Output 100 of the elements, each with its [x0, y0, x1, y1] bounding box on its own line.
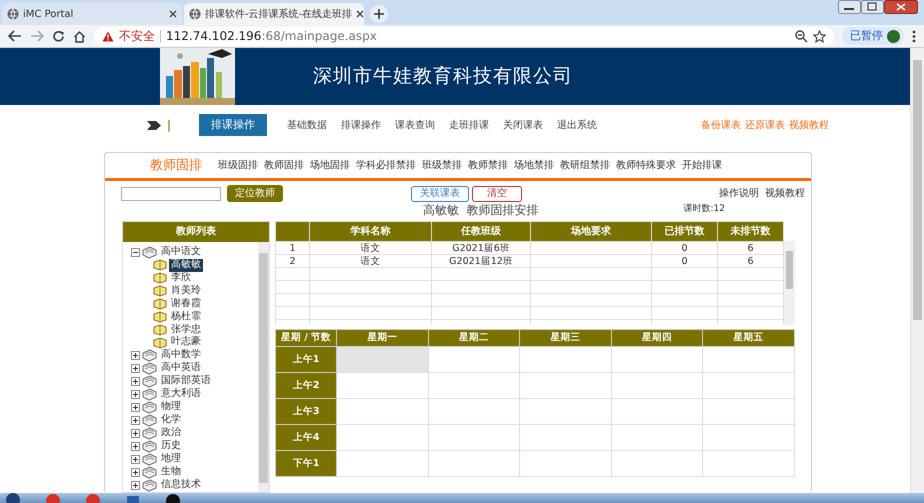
tree-item[interactable]: 叶志豪: [169, 336, 203, 350]
browser-tab[interactable]: 排课软件-云排课系统-在线走班排: [184, 3, 364, 25]
tree-item[interactable]: 高中英语: [159, 362, 203, 376]
subtab-link[interactable]: 开始排课: [682, 158, 722, 173]
page-scrollbar[interactable]: [910, 48, 924, 493]
help-link[interactable]: 操作说明: [719, 186, 759, 201]
zoom-icon[interactable]: [795, 30, 808, 42]
address-bar[interactable]: 不安全 112.74.102.196:68/mainpage.aspx: [94, 26, 834, 46]
tree-item[interactable]: 化学: [159, 414, 183, 428]
tree-item[interactable]: 政治: [159, 427, 183, 440]
schedule-cell[interactable]: [336, 346, 428, 373]
schedule-cell[interactable]: [702, 346, 794, 373]
nav-link[interactable]: 课表查询: [395, 118, 436, 132]
schedule-cell[interactable]: [428, 424, 520, 451]
schedule-cell[interactable]: [336, 424, 428, 451]
new-tab-button[interactable]: [370, 5, 388, 23]
tree-item[interactable]: 物理: [159, 401, 183, 414]
schedule-cell[interactable]: [702, 372, 794, 399]
schedule-cell[interactable]: [702, 450, 794, 477]
tree-item[interactable]: 肖美玲: [169, 284, 203, 298]
search-field[interactable]: [121, 186, 221, 200]
subtab-link[interactable]: 场地固排: [310, 158, 350, 173]
tree-item[interactable]: 高中语文: [159, 246, 203, 259]
list-scrollbar[interactable]: [258, 242, 269, 492]
schedule-cell[interactable]: [520, 424, 612, 451]
schedule-cell[interactable]: [428, 372, 520, 399]
nav-link[interactable]: 关闭课表: [503, 118, 544, 132]
schedule-cell[interactable]: [611, 372, 703, 399]
browser-tab[interactable]: iMC Portal: [2, 3, 182, 25]
subtab-link[interactable]: 场地禁排: [514, 158, 554, 173]
subtab-link[interactable]: 教师固排: [264, 158, 304, 173]
expand-icon[interactable]: [131, 481, 140, 490]
reload-icon[interactable]: [52, 30, 65, 42]
nav-link[interactable]: 走班排课: [449, 118, 490, 132]
expand-icon[interactable]: [131, 416, 140, 426]
tree-item[interactable]: 杨杜霏: [169, 310, 203, 324]
tree-item[interactable]: 历史: [159, 440, 183, 454]
help-link[interactable]: 视频教程: [765, 186, 805, 201]
book-icon: [153, 311, 167, 324]
schedule-cell[interactable]: [336, 398, 428, 425]
tree-item[interactable]: 张学忠: [169, 324, 203, 336]
schedule-cell[interactable]: [520, 372, 612, 399]
expand-icon[interactable]: [131, 442, 140, 452]
schedule-cell[interactable]: [702, 398, 794, 425]
close-icon[interactable]: [169, 10, 177, 18]
expand-icon[interactable]: [131, 377, 140, 386]
nav-button[interactable]: 排课操作: [199, 114, 268, 136]
nav-link[interactable]: 退出系统: [557, 118, 598, 132]
tree-item[interactable]: 国际部英语: [159, 375, 213, 388]
schedule-cell[interactable]: [520, 398, 612, 425]
close-icon[interactable]: [356, 10, 364, 18]
expand-icon[interactable]: [131, 390, 140, 400]
schedule-cell[interactable]: [611, 398, 703, 425]
tree-item[interactable]: 谢春霞: [169, 298, 203, 311]
subtab-link[interactable]: 学科必排禁排: [356, 158, 416, 173]
tree-item[interactable]: 高中数学: [159, 349, 203, 362]
home-icon[interactable]: [73, 30, 86, 42]
expand-icon[interactable]: [131, 468, 140, 478]
tree-item[interactable]: 地理: [159, 453, 183, 466]
link-button[interactable]: 关联课表: [411, 186, 469, 202]
subtab-link[interactable]: 教师特殊要求: [616, 158, 676, 173]
schedule-cell[interactable]: [702, 424, 794, 451]
schedule-cell[interactable]: [428, 346, 520, 373]
subtab-link[interactable]: 班级固排: [218, 158, 258, 173]
profile-button[interactable]: 已暂停: [842, 26, 904, 46]
subtab-link[interactable]: 班级禁排: [422, 158, 462, 173]
back-icon[interactable]: [8, 30, 22, 42]
schedule-cell[interactable]: [520, 346, 612, 373]
schedule-cell[interactable]: [336, 450, 428, 477]
app-icon[interactable]: [166, 493, 180, 503]
menu-icon[interactable]: [912, 30, 916, 42]
expand-icon[interactable]: [131, 429, 140, 438]
start-icon[interactable]: [6, 493, 20, 503]
tree-item[interactable]: 意大利语: [159, 388, 203, 402]
subtab-link[interactable]: 教研组禁排: [560, 158, 610, 173]
tree-item[interactable]: 信息技术: [159, 479, 203, 492]
schedule-cell[interactable]: [428, 398, 520, 425]
expand-icon[interactable]: [131, 403, 140, 412]
nav-link[interactable]: 基础数据: [287, 118, 328, 132]
collapse-icon[interactable]: [131, 248, 140, 257]
nav-link[interactable]: 排课操作: [341, 118, 382, 132]
forward-icon[interactable]: [30, 30, 44, 42]
tree-item[interactable]: 李欣: [169, 272, 193, 285]
tree-item[interactable]: 高敏敏: [169, 259, 203, 272]
schedule-cell[interactable]: [428, 450, 520, 477]
schedule-cell[interactable]: [611, 450, 703, 477]
expand-icon[interactable]: [131, 455, 140, 464]
expand-icon[interactable]: [131, 351, 140, 360]
star-icon[interactable]: [813, 30, 826, 42]
schedule-cell[interactable]: [611, 424, 703, 451]
expand-icon[interactable]: [131, 364, 140, 374]
clear-button[interactable]: 清空: [472, 186, 522, 202]
schedule-cell[interactable]: [336, 372, 428, 399]
table-scrollbar[interactable]: [784, 241, 795, 325]
locate-button[interactable]: 定位教师: [227, 185, 283, 202]
schedule-cell[interactable]: [520, 450, 612, 477]
subtab-link[interactable]: 教师禁排: [468, 158, 508, 173]
tree-item[interactable]: 生物: [159, 466, 183, 480]
window-controls-icon[interactable]: [838, 0, 918, 14]
schedule-cell[interactable]: [611, 346, 703, 373]
